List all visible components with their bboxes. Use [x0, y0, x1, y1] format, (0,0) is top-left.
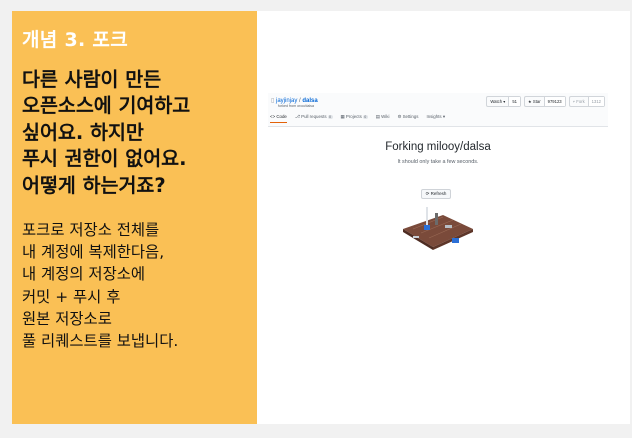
answer-text: 포크로 저장소 전체를 내 계정에 복제한다음, 내 계정의 저장소에 커밋 +… — [22, 219, 254, 352]
repo-icon: ▯ — [271, 98, 275, 104]
question-line: 다른 사람이 만든 — [22, 68, 162, 91]
watch-count: 51 — [509, 97, 521, 106]
watch-label: Watch ▾ — [487, 97, 510, 106]
fork-count: 1312 — [588, 97, 604, 106]
presentation-frame: 개념 3. 포크 다른 사람이 만든 오픈소스에 기여하고 싶어요. 하지만 푸… — [0, 0, 632, 438]
tab-code[interactable]: <> Code — [270, 114, 287, 123]
question-line: 오픈소스에 기여하고 — [22, 94, 191, 118]
star-label: ★ Star — [525, 97, 545, 106]
tab-projects[interactable]: ▦ Projects 0 — [341, 114, 368, 123]
forking-title: Forking milooy/dalsa — [385, 141, 491, 153]
fork-label: ⑂ Fork — [570, 97, 589, 106]
forked-from-note: forked from oroo/dalsa — [278, 104, 314, 108]
forking-illustration — [403, 207, 473, 250]
refresh-button[interactable]: ⟳ Refresh — [421, 189, 451, 199]
slide: 개념 3. 포크 다른 사람이 만든 오픈소스에 기여하고 싶어요. 하지만 푸… — [12, 11, 630, 424]
fork-button[interactable]: ⑂ Fork 1312 — [568, 96, 605, 107]
tab-pull-requests[interactable]: ⎇ Pull requests 0 — [295, 114, 333, 123]
question-text: 다른 사람이 만든 오픈소스에 기여하고 싶어요. 하지만 푸시 권한이 없어요… — [22, 67, 254, 199]
star-button[interactable]: ★ Star 979123 — [524, 96, 566, 107]
repo-actions: Watch ▾ 51 ★ Star 979123 ⑂ Fork 1312 — [486, 96, 605, 107]
star-count: 979123 — [544, 97, 565, 106]
question-line: 싶어요. 하지만 — [22, 120, 144, 144]
concept-title: 개념 3. 포크 — [22, 29, 128, 51]
answer-line: 커밋 + 푸시 후 — [22, 287, 121, 306]
concept-panel: 개념 3. 포크 다른 사람이 만든 오픈소스에 기여하고 싶어요. 하지만 푸… — [12, 11, 257, 424]
answer-line: 원본 저장소로 — [22, 309, 112, 328]
tab-insights[interactable]: Insights ▾ — [426, 114, 445, 123]
tab-settings[interactable]: ⚙ Settings — [397, 114, 418, 123]
repo-path: ▯ jayjinjay / dalsa — [271, 97, 318, 104]
question-line: 어떻게 하는거죠? — [22, 173, 166, 197]
answer-line: 풀 리퀘스트를 보냅니다. — [22, 332, 179, 351]
answer-line: 포크로 저장소 전체를 — [22, 221, 160, 239]
tab-wiki[interactable]: ▤ Wiki — [376, 114, 390, 123]
repo-tabs: <> Code ⎇ Pull requests 0 ▦ Projects 0 ▤ W… — [270, 114, 445, 123]
watch-button[interactable]: Watch ▾ 51 — [486, 96, 522, 107]
answer-line: 내 계정에 복제한다음, — [22, 243, 165, 262]
projects-count: 0 — [362, 115, 368, 119]
forking-subtitle: It should only take a few seconds. — [397, 159, 479, 165]
question-line: 푸시 권한이 없어요. — [22, 147, 187, 171]
repo-header: ▯ jayjinjay / dalsa forked from oroo/dal… — [268, 93, 608, 127]
answer-line: 내 계정의 저장소에 — [22, 265, 146, 284]
pull-requests-count: 0 — [327, 115, 333, 119]
github-fork-screenshot: ▯ jayjinjay / dalsa forked from oroo/dal… — [268, 93, 608, 253]
